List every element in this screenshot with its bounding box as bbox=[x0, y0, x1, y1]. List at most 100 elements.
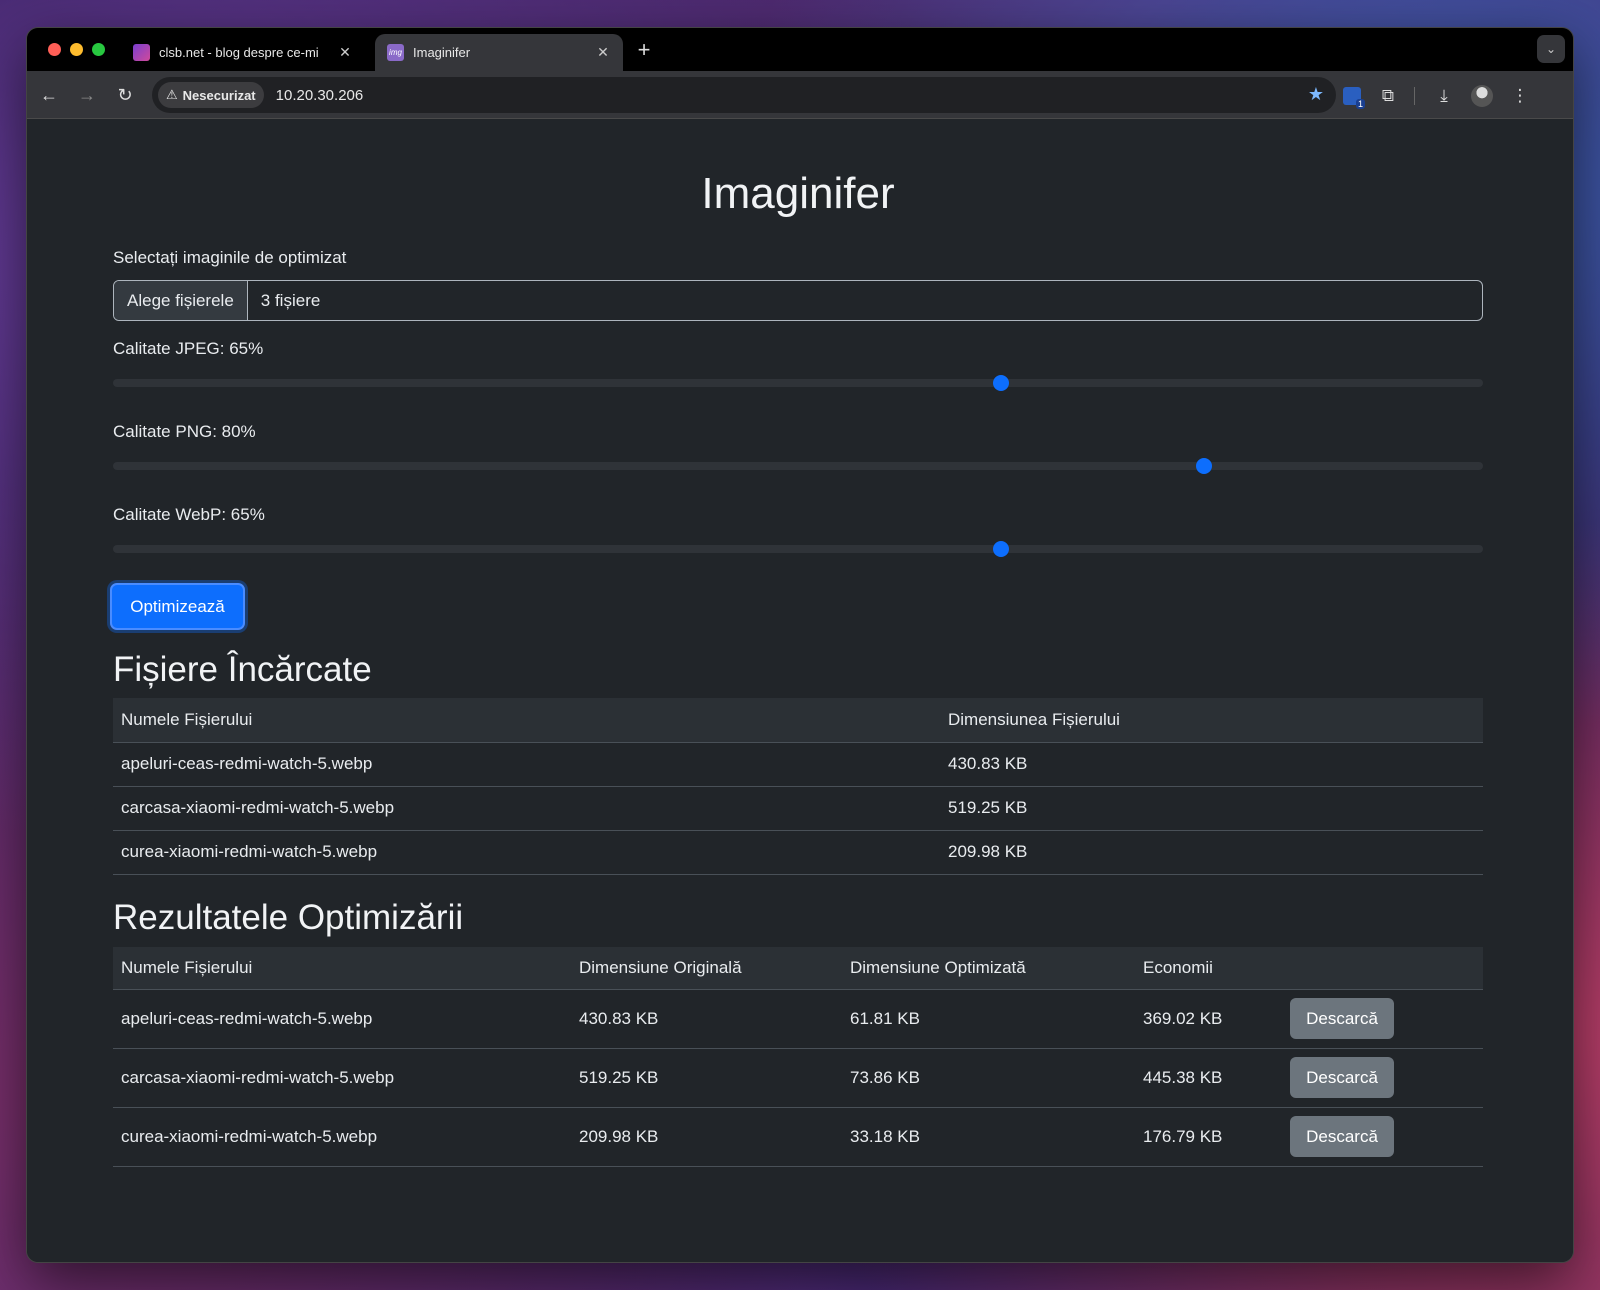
download-icon: ⤓ bbox=[1440, 86, 1448, 105]
forward-button[interactable]: → bbox=[76, 84, 98, 106]
address-bar[interactable]: ⚠ Nesecurizat 10.20.30.206 ★ bbox=[152, 77, 1336, 113]
column-header-actions bbox=[1282, 947, 1483, 990]
webp-quality-slider[interactable] bbox=[113, 541, 1483, 557]
file-size-cell: 519.25 KB bbox=[940, 786, 1483, 831]
close-tab-icon[interactable]: ✕ bbox=[337, 44, 353, 61]
jpeg-quality-slider[interactable] bbox=[113, 375, 1483, 391]
back-button[interactable]: ← bbox=[38, 84, 60, 106]
close-tab-icon[interactable]: ✕ bbox=[595, 44, 611, 61]
file-input-value: 3 fișiere bbox=[260, 290, 321, 310]
slider-track bbox=[113, 462, 1483, 470]
browser-menu-button[interactable]: ⋮ bbox=[1508, 84, 1532, 108]
column-header: Dimensiune Optimizată bbox=[842, 947, 1135, 990]
warning-icon: ⚠ bbox=[166, 87, 178, 102]
webp-quality-label: Calitate WebP: 65% bbox=[113, 505, 265, 524]
uploaded-files-heading: Fișiere Încărcate bbox=[113, 650, 372, 689]
table-header-row: Numele Fișierului Dimensiune Originală D… bbox=[113, 947, 1483, 990]
original-size-cell: 519.25 KB bbox=[571, 1048, 842, 1108]
maximize-window-button[interactable] bbox=[92, 43, 105, 56]
jpeg-quality-label: Calitate JPEG: 65% bbox=[113, 339, 264, 358]
optimized-size-cell: 61.81 KB bbox=[842, 989, 1135, 1049]
file-input[interactable]: Alege fișierele 3 fișiere bbox=[113, 280, 1483, 321]
file-name-cell: carcasa-xiaomi-redmi-watch-5.webp bbox=[113, 786, 940, 831]
file-label: Selectați imaginile de optimizat bbox=[113, 248, 347, 267]
puzzle-icon: ⧉ bbox=[1381, 86, 1395, 105]
file-size-cell: 209.98 KB bbox=[940, 830, 1483, 875]
slider-thumb[interactable] bbox=[993, 541, 1010, 557]
column-header: Numele Fișierului bbox=[113, 698, 940, 743]
new-tab-button[interactable]: + bbox=[631, 37, 657, 63]
browser-toolbar: ← → ↻ ⚠ Nesecurizat 10.20.30.206 ★ ⧉ ⤓ ⋮ bbox=[27, 71, 1573, 119]
tab-search-button[interactable]: ⌄ bbox=[1537, 35, 1565, 63]
results-heading: Rezultatele Optimizării bbox=[113, 898, 464, 937]
window-controls bbox=[48, 43, 105, 56]
table-row: curea-xiaomi-redmi-watch-5.webp 209.98 K… bbox=[113, 1107, 1483, 1167]
slider-thumb[interactable] bbox=[1196, 458, 1213, 474]
optimize-button[interactable]: Optimizează bbox=[110, 583, 245, 630]
slider-track bbox=[113, 379, 1483, 387]
toolbar-divider bbox=[1414, 87, 1415, 105]
original-size-cell: 209.98 KB bbox=[571, 1107, 842, 1167]
page-title: Imaginifer bbox=[701, 169, 895, 218]
tab-strip: clsb.net - blog despre ce-mi ✕ img Imagi… bbox=[27, 28, 1573, 71]
arrow-left-icon: ← bbox=[40, 84, 58, 105]
results-table: Numele Fișierului Dimensiune Originală D… bbox=[113, 947, 1483, 1167]
png-quality-slider[interactable] bbox=[113, 458, 1483, 474]
chevron-down-icon: ⌄ bbox=[1545, 42, 1557, 56]
slider-thumb[interactable] bbox=[993, 375, 1010, 391]
file-name-cell: apeluri-ceas-redmi-watch-5.webp bbox=[113, 989, 571, 1049]
column-header: Dimensiunea Fișierului bbox=[940, 698, 1483, 743]
slider-track bbox=[113, 545, 1483, 553]
tab-title: clsb.net - blog despre ce-mi bbox=[159, 45, 319, 60]
table-header-row: Numele Fișierului Dimensiunea Fișierului bbox=[113, 698, 1483, 743]
bookmark-star-icon[interactable]: ★ bbox=[1308, 84, 1324, 105]
browser-window: clsb.net - blog despre ce-mi ✕ img Imagi… bbox=[26, 27, 1574, 1263]
file-name-cell: curea-xiaomi-redmi-watch-5.webp bbox=[113, 1107, 571, 1167]
table-row: curea-xiaomi-redmi-watch-5.webp 209.98 K… bbox=[113, 830, 1483, 875]
column-header: Numele Fișierului bbox=[113, 947, 571, 990]
url-text[interactable]: 10.20.30.206 bbox=[276, 87, 364, 104]
file-name-cell: apeluri-ceas-redmi-watch-5.webp bbox=[113, 742, 940, 787]
column-header: Dimensiune Originală bbox=[571, 947, 842, 990]
minimize-window-button[interactable] bbox=[70, 43, 83, 56]
reload-icon: ↻ bbox=[117, 84, 133, 105]
tab-title: Imaginifer bbox=[413, 45, 471, 60]
tab-imaginifer[interactable]: img Imaginifer ✕ bbox=[375, 34, 623, 71]
download-button[interactable]: Descarcă bbox=[1290, 1057, 1394, 1098]
extension-button[interactable] bbox=[1340, 84, 1366, 109]
shield-extension-icon bbox=[1343, 87, 1366, 109]
download-button[interactable]: Descarcă bbox=[1290, 1116, 1394, 1157]
img-favicon-icon: img bbox=[387, 44, 404, 61]
security-label: Nesecurizat bbox=[182, 87, 256, 103]
file-size-cell: 430.83 KB bbox=[940, 742, 1483, 787]
savings-cell: 445.38 KB bbox=[1135, 1048, 1282, 1108]
choose-files-button[interactable]: Alege fișierele bbox=[114, 281, 248, 320]
page-content: Imaginifer Selectați imaginile de optimi… bbox=[27, 119, 1573, 1262]
file-name-cell: carcasa-xiaomi-redmi-watch-5.webp bbox=[113, 1048, 571, 1108]
table-row: apeluri-ceas-redmi-watch-5.webp 430.83 K… bbox=[113, 742, 1483, 787]
uploaded-files-table: Numele Fișierului Dimensiunea Fișierului… bbox=[113, 698, 1483, 875]
original-size-cell: 430.83 KB bbox=[571, 989, 842, 1049]
savings-cell: 369.02 KB bbox=[1135, 989, 1282, 1049]
action-cell: Descarcă bbox=[1282, 989, 1483, 1049]
download-button[interactable]: Descarcă bbox=[1290, 998, 1394, 1039]
action-cell: Descarcă bbox=[1282, 1107, 1483, 1167]
avatar bbox=[1471, 85, 1493, 107]
file-name-cell: curea-xiaomi-redmi-watch-5.webp bbox=[113, 830, 940, 875]
tab-clsb[interactable]: clsb.net - blog despre ce-mi ✕ bbox=[121, 34, 365, 71]
close-window-button[interactable] bbox=[48, 43, 61, 56]
png-quality-label: Calitate PNG: 80% bbox=[113, 422, 256, 441]
downloads-button[interactable]: ⤓ bbox=[1432, 84, 1456, 108]
table-row: apeluri-ceas-redmi-watch-5.webp 430.83 K… bbox=[113, 989, 1483, 1049]
action-cell: Descarcă bbox=[1282, 1048, 1483, 1108]
extensions-menu-button[interactable]: ⧉ bbox=[1376, 84, 1400, 108]
table-row: carcasa-xiaomi-redmi-watch-5.webp 519.25… bbox=[113, 1048, 1483, 1108]
clsb-favicon-icon bbox=[133, 44, 150, 61]
optimized-size-cell: 73.86 KB bbox=[842, 1048, 1135, 1108]
profile-button[interactable] bbox=[1470, 84, 1494, 108]
arrow-right-icon: → bbox=[78, 84, 96, 105]
reload-button[interactable]: ↻ bbox=[114, 84, 136, 106]
security-chip[interactable]: ⚠ Nesecurizat bbox=[158, 82, 264, 108]
more-vertical-icon: ⋮ bbox=[1511, 86, 1529, 105]
table-row: carcasa-xiaomi-redmi-watch-5.webp 519.25… bbox=[113, 786, 1483, 831]
